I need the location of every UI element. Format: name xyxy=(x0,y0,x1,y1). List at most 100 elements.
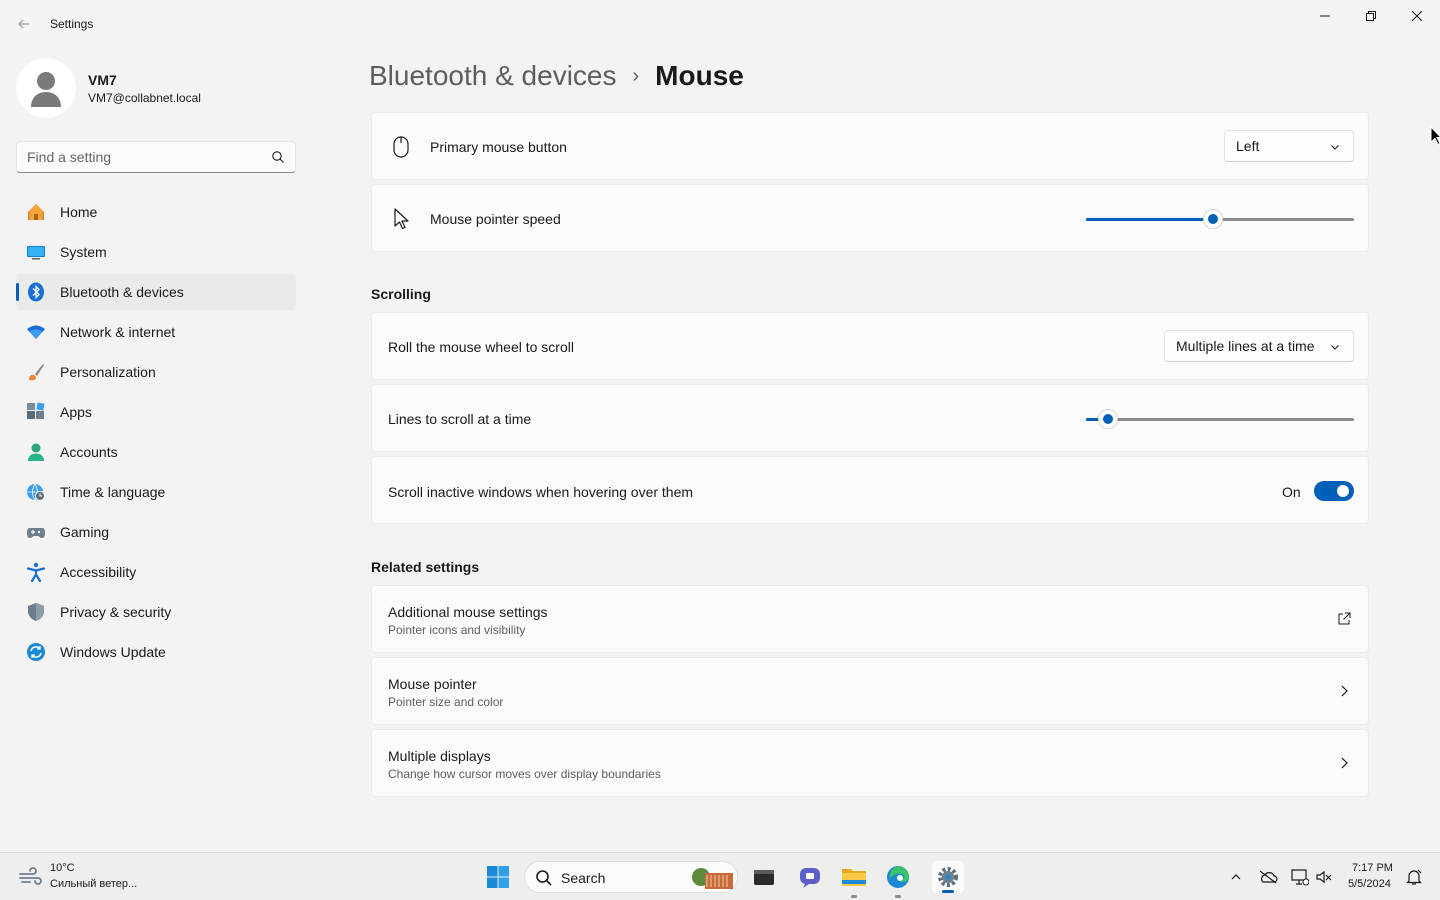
weather-temperature: 10°C xyxy=(50,862,75,874)
maximize-button[interactable] xyxy=(1348,0,1394,32)
sidebar-item-home[interactable]: Home xyxy=(16,194,296,230)
chevron-right-icon xyxy=(1336,683,1352,699)
start-button[interactable] xyxy=(482,861,514,893)
back-arrow-icon xyxy=(18,19,29,29)
tray-notifications[interactable] xyxy=(1404,867,1424,887)
user-profile[interactable]: VM7 VM7@collabnet.local xyxy=(16,58,306,118)
setting-label: Roll the mouse wheel to scroll xyxy=(388,339,574,355)
wind-icon xyxy=(19,867,42,885)
tray-overflow-button[interactable] xyxy=(1226,867,1246,887)
sidebar-item-label: Time & language xyxy=(60,484,166,500)
setting-label: Multiple displays xyxy=(388,748,491,764)
terminal-icon xyxy=(754,870,774,885)
sidebar-item-windows-update[interactable]: Windows Update xyxy=(16,634,296,670)
sidebar-item-system[interactable]: System xyxy=(16,234,296,270)
shield-icon xyxy=(26,602,46,622)
sidebar-item-privacy-security[interactable]: Privacy & security xyxy=(16,594,296,630)
update-icon xyxy=(26,642,46,662)
clock-date[interactable]: 5/5/2024 xyxy=(1348,878,1391,890)
setting-label: Scroll inactive windows when hovering ov… xyxy=(388,484,694,500)
roll-wheel-dropdown[interactable]: Multiple lines at a time xyxy=(1164,330,1354,362)
pointer-icon xyxy=(390,207,412,231)
search-input[interactable] xyxy=(17,142,257,172)
setting-description: Change how cursor moves over display bou… xyxy=(388,767,661,781)
setting-roll-wheel: Roll the mouse wheel to scroll Multiple … xyxy=(371,312,1369,380)
lines-to-scroll-slider[interactable] xyxy=(1086,409,1354,429)
setting-label: Additional mouse settings xyxy=(388,604,548,620)
sidebar-item-gaming[interactable]: Gaming xyxy=(16,514,296,550)
sidebar-item-time-language[interactable]: Time & language xyxy=(16,474,296,510)
setting-label: Lines to scroll at a time xyxy=(388,411,532,427)
sidebar-item-network[interactable]: Network & internet xyxy=(16,314,296,350)
close-button[interactable] xyxy=(1394,0,1440,32)
clock-time[interactable]: 7:17 PM xyxy=(1352,862,1393,874)
tray-volume[interactable] xyxy=(1314,867,1334,887)
sidebar-item-label: Network & internet xyxy=(60,324,176,340)
profile-name: VM7 xyxy=(88,72,117,88)
windows-logo-icon xyxy=(487,866,509,888)
sidebar-item-label: Bluetooth & devices xyxy=(60,284,184,300)
related-additional-mouse-settings[interactable]: Additional mouse settings Pointer icons … xyxy=(371,585,1369,653)
external-link-icon xyxy=(1336,611,1352,627)
setting-primary-mouse-button: Primary mouse button Left xyxy=(371,112,1369,180)
sidebar-item-bluetooth-devices[interactable]: Bluetooth & devices xyxy=(16,274,296,310)
setting-pointer-speed: Mouse pointer speed xyxy=(371,184,1369,252)
related-multiple-displays[interactable]: Multiple displays Change how cursor move… xyxy=(371,729,1369,797)
breadcrumb-parent-link[interactable]: Bluetooth & devices xyxy=(369,60,617,92)
user-icon xyxy=(31,72,61,107)
taskbar-search[interactable]: Search xyxy=(524,861,738,893)
app-title: Settings xyxy=(50,17,94,31)
section-title-related: Related settings xyxy=(371,559,480,575)
chevron-down-icon xyxy=(1331,145,1339,150)
bluetooth-icon xyxy=(26,282,46,302)
weather-description: Сильный ветер... xyxy=(50,878,138,890)
running-indicator xyxy=(895,895,901,898)
sidebar-item-label: Accounts xyxy=(60,444,118,460)
taskbar-app-file-explorer[interactable] xyxy=(838,861,870,893)
setting-description: Pointer icons and visibility xyxy=(388,623,526,637)
setting-description: Pointer size and color xyxy=(388,695,504,709)
slider-track xyxy=(1086,418,1354,421)
minimize-icon xyxy=(1320,15,1330,17)
pointer-speed-slider[interactable] xyxy=(1086,209,1354,229)
speaker-muted-icon xyxy=(1316,870,1332,884)
search-icon xyxy=(536,870,552,886)
chevron-right-icon xyxy=(1336,755,1352,771)
avatar xyxy=(16,58,76,118)
accessibility-icon xyxy=(26,562,46,582)
taskbar-app-teams[interactable] xyxy=(794,861,826,893)
dropdown-value: Left xyxy=(1236,138,1260,154)
mouse-cursor-icon xyxy=(1430,126,1440,146)
search-icon[interactable] xyxy=(271,150,285,164)
taskbar: 10°C Сильный ветер... Search 7:17 PM 5/5… xyxy=(0,852,1440,900)
mouse-icon xyxy=(390,135,412,159)
back-button[interactable] xyxy=(10,12,38,36)
slider-thumb[interactable] xyxy=(1202,209,1223,229)
profile-email: VM7@collabnet.local xyxy=(88,91,201,105)
tray-network[interactable] xyxy=(1290,867,1310,887)
dropdown-value: Multiple lines at a time xyxy=(1176,338,1315,354)
breadcrumb-separator: › xyxy=(632,64,640,87)
slider-thumb[interactable] xyxy=(1098,409,1119,429)
search-box xyxy=(16,141,296,173)
gamepad-icon xyxy=(26,522,46,542)
minimize-button[interactable] xyxy=(1302,0,1348,32)
tray-onedrive[interactable] xyxy=(1258,867,1278,887)
sidebar-item-label: System xyxy=(60,244,107,260)
taskbar-app-edge[interactable] xyxy=(882,861,914,893)
scroll-inactive-toggle[interactable] xyxy=(1314,481,1354,501)
brush-icon xyxy=(26,362,46,382)
taskbar-app-settings[interactable] xyxy=(932,861,964,893)
sidebar-item-accounts[interactable]: Accounts xyxy=(16,434,296,470)
sidebar-item-personalization[interactable]: Personalization xyxy=(16,354,296,390)
setting-scroll-inactive: Scroll inactive windows when hovering ov… xyxy=(371,456,1369,524)
section-title-scrolling: Scrolling xyxy=(371,286,431,302)
primary-button-dropdown[interactable]: Left xyxy=(1224,130,1354,162)
slider-fill xyxy=(1086,218,1213,221)
breadcrumb: Bluetooth & devices › Mouse xyxy=(369,56,744,96)
sidebar-item-apps[interactable]: Apps xyxy=(16,394,296,430)
setting-label: Primary mouse button xyxy=(430,139,567,155)
taskbar-app-terminal[interactable] xyxy=(748,861,780,893)
sidebar-item-accessibility[interactable]: Accessibility xyxy=(16,554,296,590)
related-mouse-pointer[interactable]: Mouse pointer Pointer size and color xyxy=(371,657,1369,725)
